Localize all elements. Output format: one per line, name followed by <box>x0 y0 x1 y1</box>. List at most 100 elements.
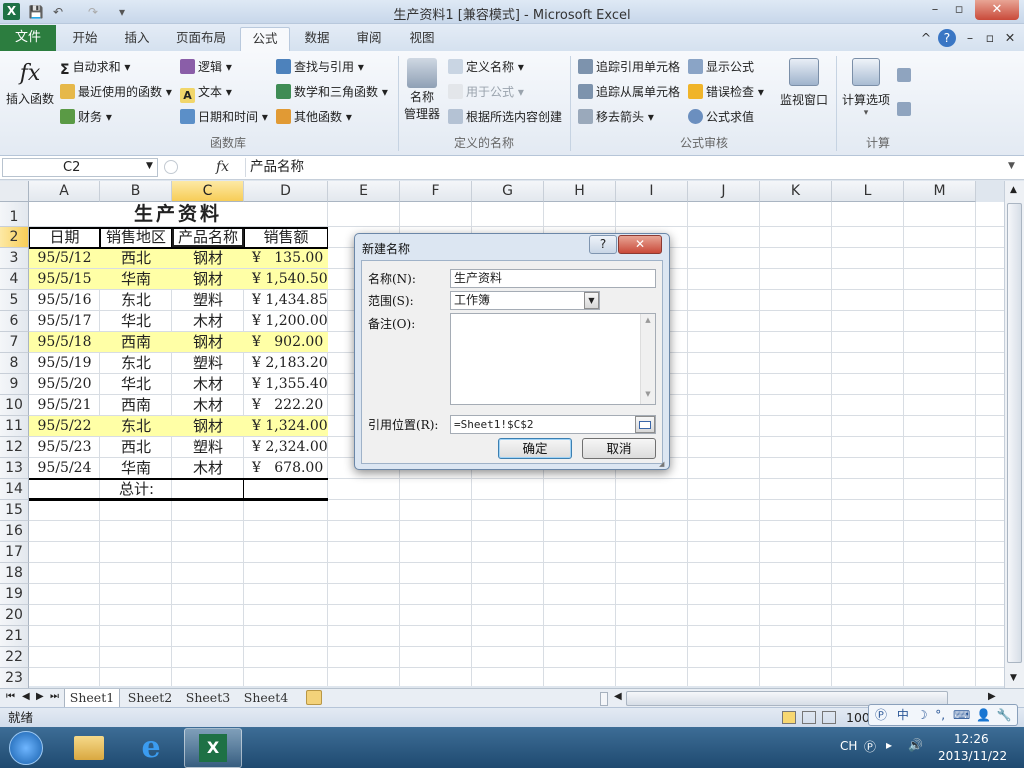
row-header-3[interactable]: 3 <box>0 248 29 269</box>
date-cell[interactable]: 95/5/15 <box>29 269 100 289</box>
sheet-tab-sheet4[interactable]: Sheet4 <box>238 689 294 708</box>
name-box-dropdown-icon[interactable]: ▼ <box>146 161 153 171</box>
trace-dependents-button[interactable]: 追踪从属单元格 <box>578 82 680 102</box>
amount-cell[interactable]: ¥ 2,324.00 <box>244 437 328 457</box>
column-header-e[interactable]: E <box>328 181 400 202</box>
customize-qat-icon[interactable]: ▾ <box>116 4 128 20</box>
undo-icon[interactable]: ↶ <box>50 4 66 20</box>
date-cell[interactable]: 95/5/23 <box>29 437 100 457</box>
amount-cell[interactable]: ¥ 222.20 <box>244 395 328 415</box>
financial-button[interactable]: 财务 ▾ <box>60 107 112 127</box>
row-header-14[interactable]: 14 <box>0 479 29 500</box>
column-header-b[interactable]: B <box>100 181 172 202</box>
save-icon[interactable]: 💾 <box>28 4 44 20</box>
ime-punct-icon[interactable]: °, <box>935 708 945 722</box>
tab-formulas[interactable]: 公式 <box>240 27 290 51</box>
row-header-20[interactable]: 20 <box>0 605 29 626</box>
use-in-formula-button[interactable]: 用于公式 ▾ <box>448 82 524 102</box>
region-cell[interactable]: 华北 <box>100 374 172 394</box>
taskbar-explorer[interactable] <box>60 728 118 768</box>
scroll-down-icon[interactable]: ▼ <box>1010 673 1017 683</box>
clock-time[interactable]: 12:26 <box>954 732 989 746</box>
dialog-help-button[interactable]: ? <box>589 235 617 254</box>
autosum-button[interactable]: Σ 自动求和 ▾ <box>60 57 130 78</box>
calculate-sheet-icon[interactable] <box>897 102 911 116</box>
error-checking-button[interactable]: 错误检查 ▾ <box>688 82 764 102</box>
region-cell[interactable]: 华北 <box>100 311 172 331</box>
tab-page-layout[interactable]: 页面布局 <box>168 27 234 51</box>
recent-functions-button[interactable]: 最近使用的函数 ▾ <box>60 82 172 102</box>
amount-cell[interactable]: ¥ 1,324.00 <box>244 416 328 436</box>
ime-logo-icon[interactable]: Ⓟ <box>875 708 887 722</box>
range-collapse-icon[interactable] <box>635 416 655 433</box>
workbook-minimize-icon[interactable]: – <box>962 27 978 51</box>
name-input[interactable]: 生产资料 <box>450 269 656 288</box>
insert-function-button[interactable]: fx 插入函数 <box>4 58 56 107</box>
cancel-button[interactable]: 取消 <box>582 438 656 459</box>
watch-window-button[interactable]: 监视窗口 <box>776 58 832 108</box>
name-manager-button[interactable]: 名称 管理器 <box>402 58 442 122</box>
product-cell[interactable]: 木材 <box>172 395 244 415</box>
row-header-6[interactable]: 6 <box>0 311 29 332</box>
scroll-up-icon[interactable]: ▲ <box>1010 185 1017 195</box>
amount-cell[interactable]: ¥ 902.00 <box>244 332 328 352</box>
row-header-15[interactable]: 15 <box>0 500 29 521</box>
redo-icon[interactable]: ↷ <box>85 4 101 20</box>
column-header-k[interactable]: K <box>760 181 832 202</box>
product-cell[interactable]: 钢材 <box>172 332 244 352</box>
clock-date[interactable]: 2013/11/22 <box>938 749 1007 763</box>
vertical-scrollbar[interactable]: ▲ ▼ <box>1004 181 1024 689</box>
close-button[interactable]: ✕ <box>975 0 1019 20</box>
prev-sheet-icon[interactable]: ◀ <box>22 691 30 702</box>
region-cell[interactable]: 华南 <box>100 458 172 478</box>
name-box[interactable]: C2 <box>2 158 158 177</box>
row-header-17[interactable]: 17 <box>0 542 29 563</box>
amount-cell[interactable]: ¥ 2,183.20 <box>244 353 328 373</box>
column-header-m[interactable]: M <box>904 181 976 202</box>
region-cell[interactable]: 西南 <box>100 332 172 352</box>
region-cell[interactable]: 西北 <box>100 248 172 268</box>
taskbar-excel[interactable]: X <box>184 728 242 768</box>
header-cell-3[interactable]: 销售额 <box>244 227 328 247</box>
row-header-19[interactable]: 19 <box>0 584 29 605</box>
date-cell[interactable]: 95/5/19 <box>29 353 100 373</box>
math-button[interactable]: 数学和三角函数 ▾ <box>276 82 388 102</box>
ime-mode-icon[interactable]: 中 <box>897 708 909 722</box>
row-header-21[interactable]: 21 <box>0 626 29 647</box>
tab-file[interactable]: 文件 <box>0 25 56 51</box>
input-language[interactable]: CH <box>840 739 857 753</box>
product-cell[interactable]: 木材 <box>172 374 244 394</box>
product-cell[interactable]: 钢材 <box>172 416 244 436</box>
page-break-view-icon[interactable] <box>822 711 836 724</box>
sheet-title-cell[interactable]: 生产资料 <box>29 202 327 226</box>
product-cell[interactable]: 钢材 <box>172 269 244 289</box>
product-cell[interactable]: 塑料 <box>172 290 244 310</box>
column-header-i[interactable]: I <box>616 181 688 202</box>
row-header-23[interactable]: 23 <box>0 668 29 689</box>
region-cell[interactable]: 东北 <box>100 353 172 373</box>
formula-bar-expand-icon[interactable] <box>164 160 178 174</box>
column-header-g[interactable]: G <box>472 181 544 202</box>
formula-input[interactable]: 产品名称 <box>245 158 1005 177</box>
ime-keyboard-icon[interactable]: ⌨ <box>953 708 970 722</box>
comment-textarea[interactable] <box>450 313 656 405</box>
row-header-22[interactable]: 22 <box>0 647 29 668</box>
date-cell[interactable]: 95/5/24 <box>29 458 100 478</box>
more-functions-button[interactable]: 其他函数 ▾ <box>276 107 352 127</box>
ok-button[interactable]: 确定 <box>498 438 572 459</box>
remove-arrows-button[interactable]: 移去箭头 ▾ <box>578 107 654 127</box>
evaluate-formula-button[interactable]: 公式求值 <box>688 107 754 127</box>
start-button[interactable] <box>0 728 52 768</box>
create-from-selection-button[interactable]: 根据所选内容创建 <box>448 107 562 127</box>
header-cell-2[interactable]: 产品名称 <box>172 227 244 247</box>
row-header-5[interactable]: 5 <box>0 290 29 311</box>
tray-expand-icon[interactable]: ▸ <box>886 738 892 752</box>
date-cell[interactable]: 95/5/21 <box>29 395 100 415</box>
date-cell[interactable]: 95/5/20 <box>29 374 100 394</box>
amount-cell[interactable]: ¥ 678.00 <box>244 458 328 478</box>
select-all-corner[interactable] <box>0 181 29 202</box>
last-sheet-icon[interactable]: ⏭ <box>50 691 59 702</box>
normal-view-icon[interactable] <box>782 711 796 724</box>
first-sheet-icon[interactable]: ⏮ <box>6 691 15 702</box>
header-cell-1[interactable]: 销售地区 <box>100 227 172 247</box>
